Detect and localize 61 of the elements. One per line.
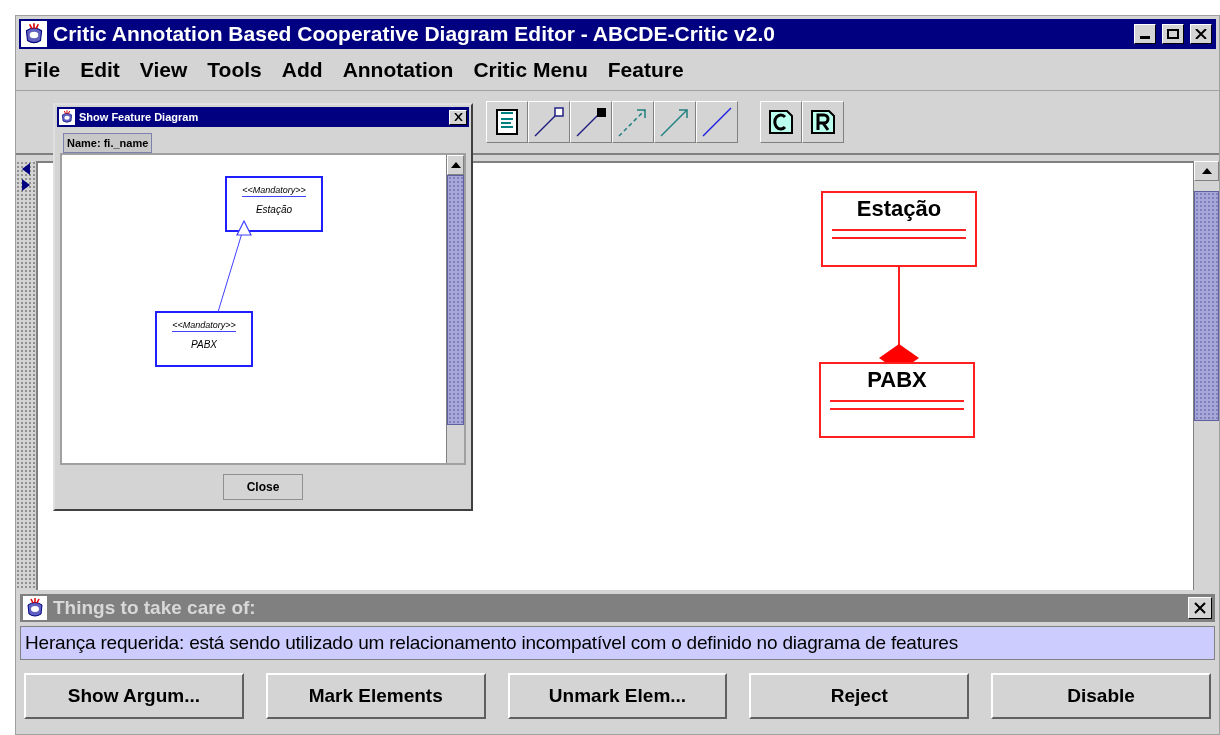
report-tool-button[interactable]: [802, 101, 844, 143]
line-tool-button[interactable]: [696, 101, 738, 143]
feature-name: PABX: [191, 338, 217, 352]
close-button[interactable]: [1188, 597, 1212, 619]
action-button[interactable]: Mark Elements: [265, 673, 486, 719]
close-button[interactable]: [1190, 24, 1212, 44]
close-icon: [1194, 602, 1206, 614]
menu-item[interactable]: Annotation: [342, 53, 454, 86]
close-icon: [453, 113, 463, 121]
scroll-up-button[interactable]: [447, 155, 464, 175]
window-title: Critic Annotation Based Cooperative Diagram Editor - ABCDE-Critic v2.0: [53, 21, 776, 48]
dashed-arrow-icon: [617, 106, 649, 138]
dialog-title: Show Feature Diagram: [79, 109, 200, 125]
minimize-icon: [1140, 35, 1150, 39]
scroll-thumb[interactable]: [1194, 191, 1219, 421]
note-tool-button[interactable]: [486, 101, 528, 143]
feature-name: Estação: [255, 203, 293, 217]
menu-item[interactable]: Add: [281, 53, 323, 86]
composition-tool-button[interactable]: [570, 101, 612, 143]
scrollbar[interactable]: [446, 155, 464, 463]
line-hollow-end-icon: [533, 106, 565, 138]
name-tab[interactable]: Name: fi._name: [63, 133, 153, 153]
action-button[interactable]: Show Argum...: [24, 673, 244, 719]
inheritance-tool-button[interactable]: [654, 101, 696, 143]
menu-item[interactable]: Edit: [80, 53, 120, 86]
scrollbar[interactable]: [1193, 161, 1219, 590]
message-text: Herança requerida: está sendo utilizado um relacionamento incompatível com o definido no diagrama de features: [25, 630, 958, 655]
arrow-icon: [659, 106, 691, 138]
critic-tool-button[interactable]: [760, 101, 802, 143]
document-c-icon: [767, 108, 795, 136]
action-button[interactable]: Unmark Elem...: [507, 673, 728, 719]
class-name: Estação: [856, 195, 942, 223]
action-button[interactable]: Disable: [991, 673, 1211, 719]
menu-item[interactable]: File: [24, 53, 61, 86]
close-button[interactable]: Close: [223, 474, 303, 500]
collapse-arrows-icon: [22, 163, 30, 191]
menu-item[interactable]: Tools: [207, 53, 262, 86]
stereotype-label: <<Mandatory>>: [242, 184, 306, 197]
class-name: PABX: [867, 366, 927, 394]
line-icon: [701, 106, 733, 138]
close-button[interactable]: [449, 109, 467, 125]
maximize-icon: [1167, 29, 1179, 39]
menu-item[interactable]: Feature: [607, 53, 684, 86]
menu-item[interactable]: Critic Menu: [473, 53, 588, 86]
action-button[interactable]: Reject: [749, 673, 970, 719]
association-tool-button[interactable]: [528, 101, 570, 143]
close-icon: [1195, 29, 1207, 39]
maximize-button[interactable]: [1162, 24, 1184, 44]
up-arrow-icon: [1201, 168, 1212, 174]
document-r-icon: [809, 108, 837, 136]
scroll-up-button[interactable]: [1194, 161, 1219, 181]
stereotype-label: <<Mandatory>>: [172, 319, 236, 332]
dependency-tool-button[interactable]: [612, 101, 654, 143]
app-icon: [23, 596, 47, 620]
minimize-button[interactable]: [1134, 24, 1156, 44]
up-arrow-icon: [450, 162, 461, 168]
scroll-thumb[interactable]: [447, 175, 464, 425]
panel-title: Things to take care of:: [53, 595, 257, 620]
menu-item[interactable]: View: [139, 53, 188, 86]
line-filled-end-icon: [575, 106, 607, 138]
note-icon: [495, 109, 519, 135]
